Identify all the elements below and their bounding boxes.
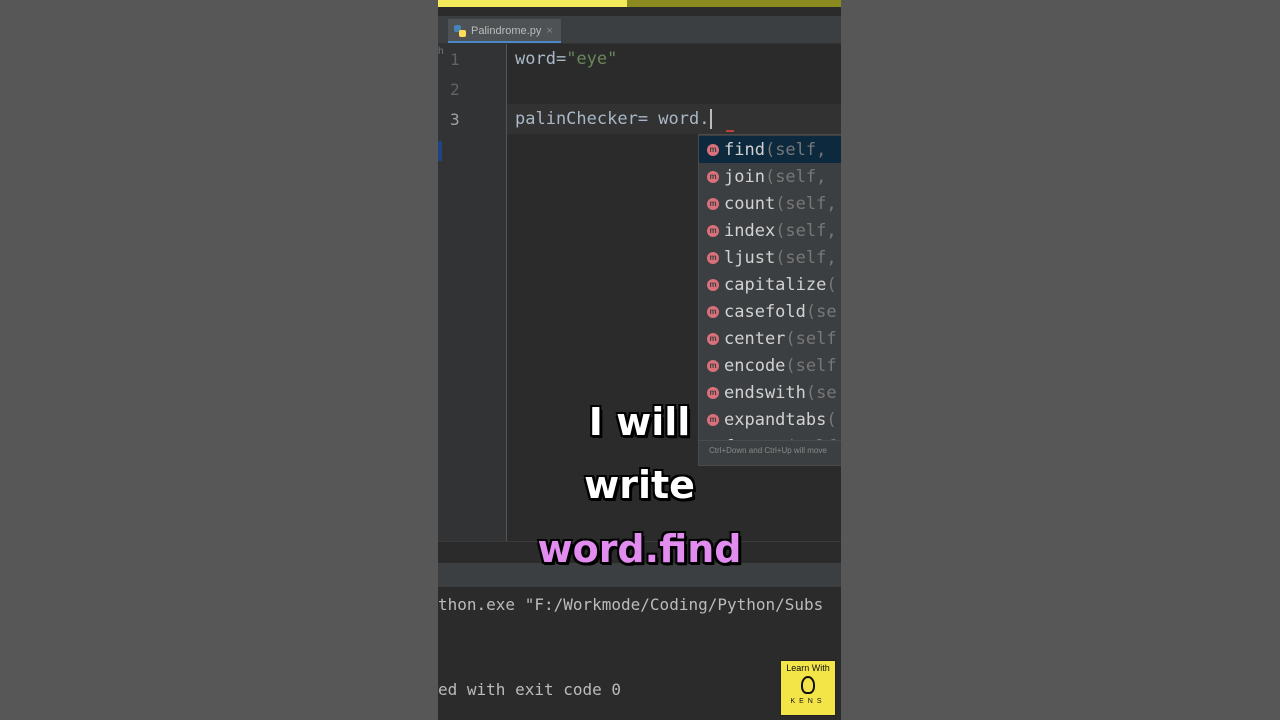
autocomplete-item-name: casefold	[724, 301, 806, 322]
autocomplete-item-name: center	[724, 328, 786, 349]
python-file-icon	[454, 25, 466, 37]
editor-tab-bar: Palindrome.py ×	[438, 16, 841, 44]
method-icon: m	[707, 170, 719, 183]
caption-line-2: write	[584, 463, 695, 507]
autocomplete-item-args: (self,	[764, 139, 827, 160]
logo-bottom-text: KENS	[790, 698, 826, 705]
method-icon: m	[707, 224, 719, 237]
autocomplete-item-name: capitalize	[724, 274, 827, 295]
autocomplete-item[interactable]: m find (self,	[699, 136, 841, 163]
code-statement: palinChecker= word.	[515, 109, 710, 129]
text-cursor	[710, 109, 713, 129]
autocomplete-item-name: join	[724, 166, 765, 187]
tab-label: Palindrome.py	[471, 25, 542, 37]
caption-line-3: word.find	[537, 527, 742, 571]
line-number-3: 3	[450, 110, 460, 129]
autocomplete-item-args: (self,	[764, 166, 827, 187]
caption-line-1: I will	[588, 400, 691, 444]
code-line-3[interactable]: palinChecker= word.	[515, 109, 713, 129]
run-command-line: thon.exe "F:/Workmode/Coding/Python/Subs	[438, 595, 824, 614]
video-progress-fill	[438, 0, 628, 7]
autocomplete-item[interactable]: m casefold (se	[699, 298, 841, 325]
method-icon: m	[707, 359, 719, 372]
close-icon[interactable]: ×	[546, 25, 552, 37]
autocomplete-item-args: (self	[785, 355, 837, 376]
gutter-mark: h	[438, 46, 444, 57]
run-exit-line: ed with exit code 0	[438, 680, 622, 699]
logo-top-text: Learn With	[786, 663, 830, 673]
tab-palindrome[interactable]: Palindrome.py ×	[448, 19, 561, 43]
autocomplete-item[interactable]: m join (self,	[699, 163, 841, 190]
autocomplete-item-name: index	[724, 220, 776, 241]
autocomplete-item[interactable]: m index (self,	[699, 217, 841, 244]
method-icon: m	[707, 143, 719, 156]
autocomplete-item-args: (self,	[775, 247, 837, 268]
tab-active-indicator	[448, 41, 561, 43]
method-icon: m	[707, 386, 719, 399]
autocomplete-item-args: (self,	[775, 220, 837, 241]
video-progress-bar[interactable]	[438, 0, 841, 7]
autocomplete-item[interactable]: m count (self,	[699, 190, 841, 217]
channel-logo: Learn With KENS	[780, 660, 836, 716]
video-frame: Palindrome.py × h 1 2 3 word="eye" palin…	[438, 0, 841, 720]
line-number-2: 2	[450, 80, 460, 99]
method-icon: m	[707, 332, 719, 345]
autocomplete-item[interactable]: m center (self	[699, 325, 841, 352]
autocomplete-item-name: ljust	[724, 247, 776, 268]
caret-line-marker	[438, 141, 442, 161]
autocomplete-item[interactable]: m capitalize(	[699, 271, 841, 298]
autocomplete-item-name: count	[724, 193, 776, 214]
autocomplete-item-args: (	[826, 274, 837, 295]
method-icon: m	[707, 197, 719, 210]
error-squiggle	[726, 127, 734, 132]
method-icon: m	[707, 251, 719, 264]
code-line-1[interactable]: word="eye"	[515, 49, 617, 69]
lightbulb-icon	[801, 676, 815, 694]
line-number-1: 1	[450, 50, 460, 69]
code-string: "eye"	[566, 49, 618, 69]
autocomplete-item-args: (self	[785, 328, 837, 349]
method-icon: m	[707, 305, 719, 318]
code-variable: word=	[515, 49, 567, 69]
autocomplete-item-name: encode	[724, 355, 786, 376]
autocomplete-item-args: (self,	[775, 193, 837, 214]
autocomplete-item-args: (se	[805, 301, 837, 322]
autocomplete-item[interactable]: m ljust (self,	[699, 244, 841, 271]
method-icon: m	[707, 278, 719, 291]
autocomplete-item-name: find	[724, 139, 765, 160]
autocomplete-item[interactable]: m encode (self	[699, 352, 841, 379]
